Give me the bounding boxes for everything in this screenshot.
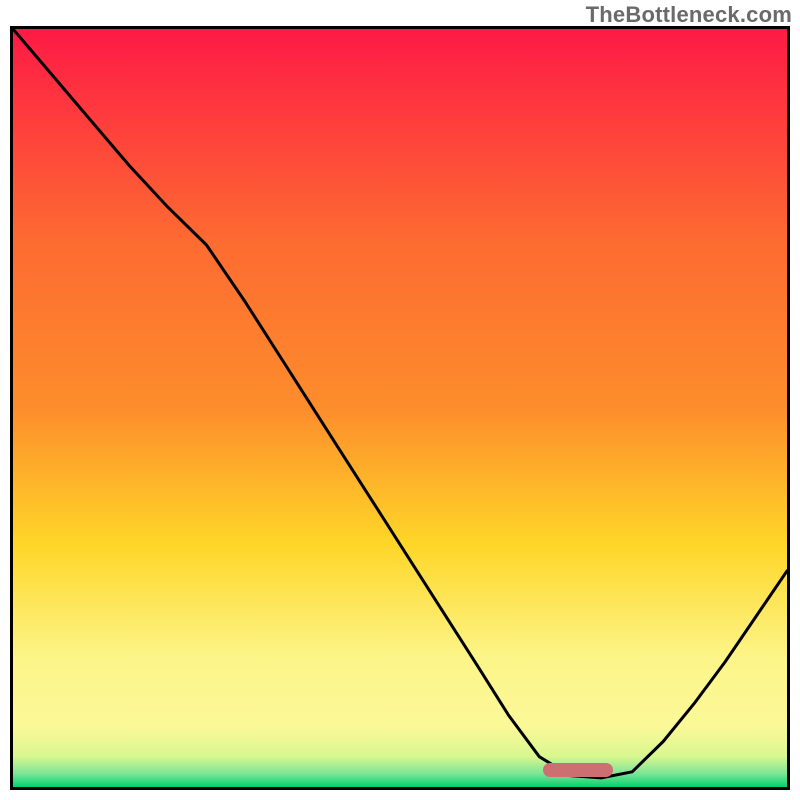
watermark-text: TheBottleneck.com <box>586 2 792 28</box>
curve-layer <box>13 29 787 787</box>
bottleneck-curve <box>13 29 787 778</box>
plot-area <box>10 26 790 790</box>
optimal-range-marker <box>543 763 613 777</box>
chart-container: TheBottleneck.com <box>0 0 800 800</box>
